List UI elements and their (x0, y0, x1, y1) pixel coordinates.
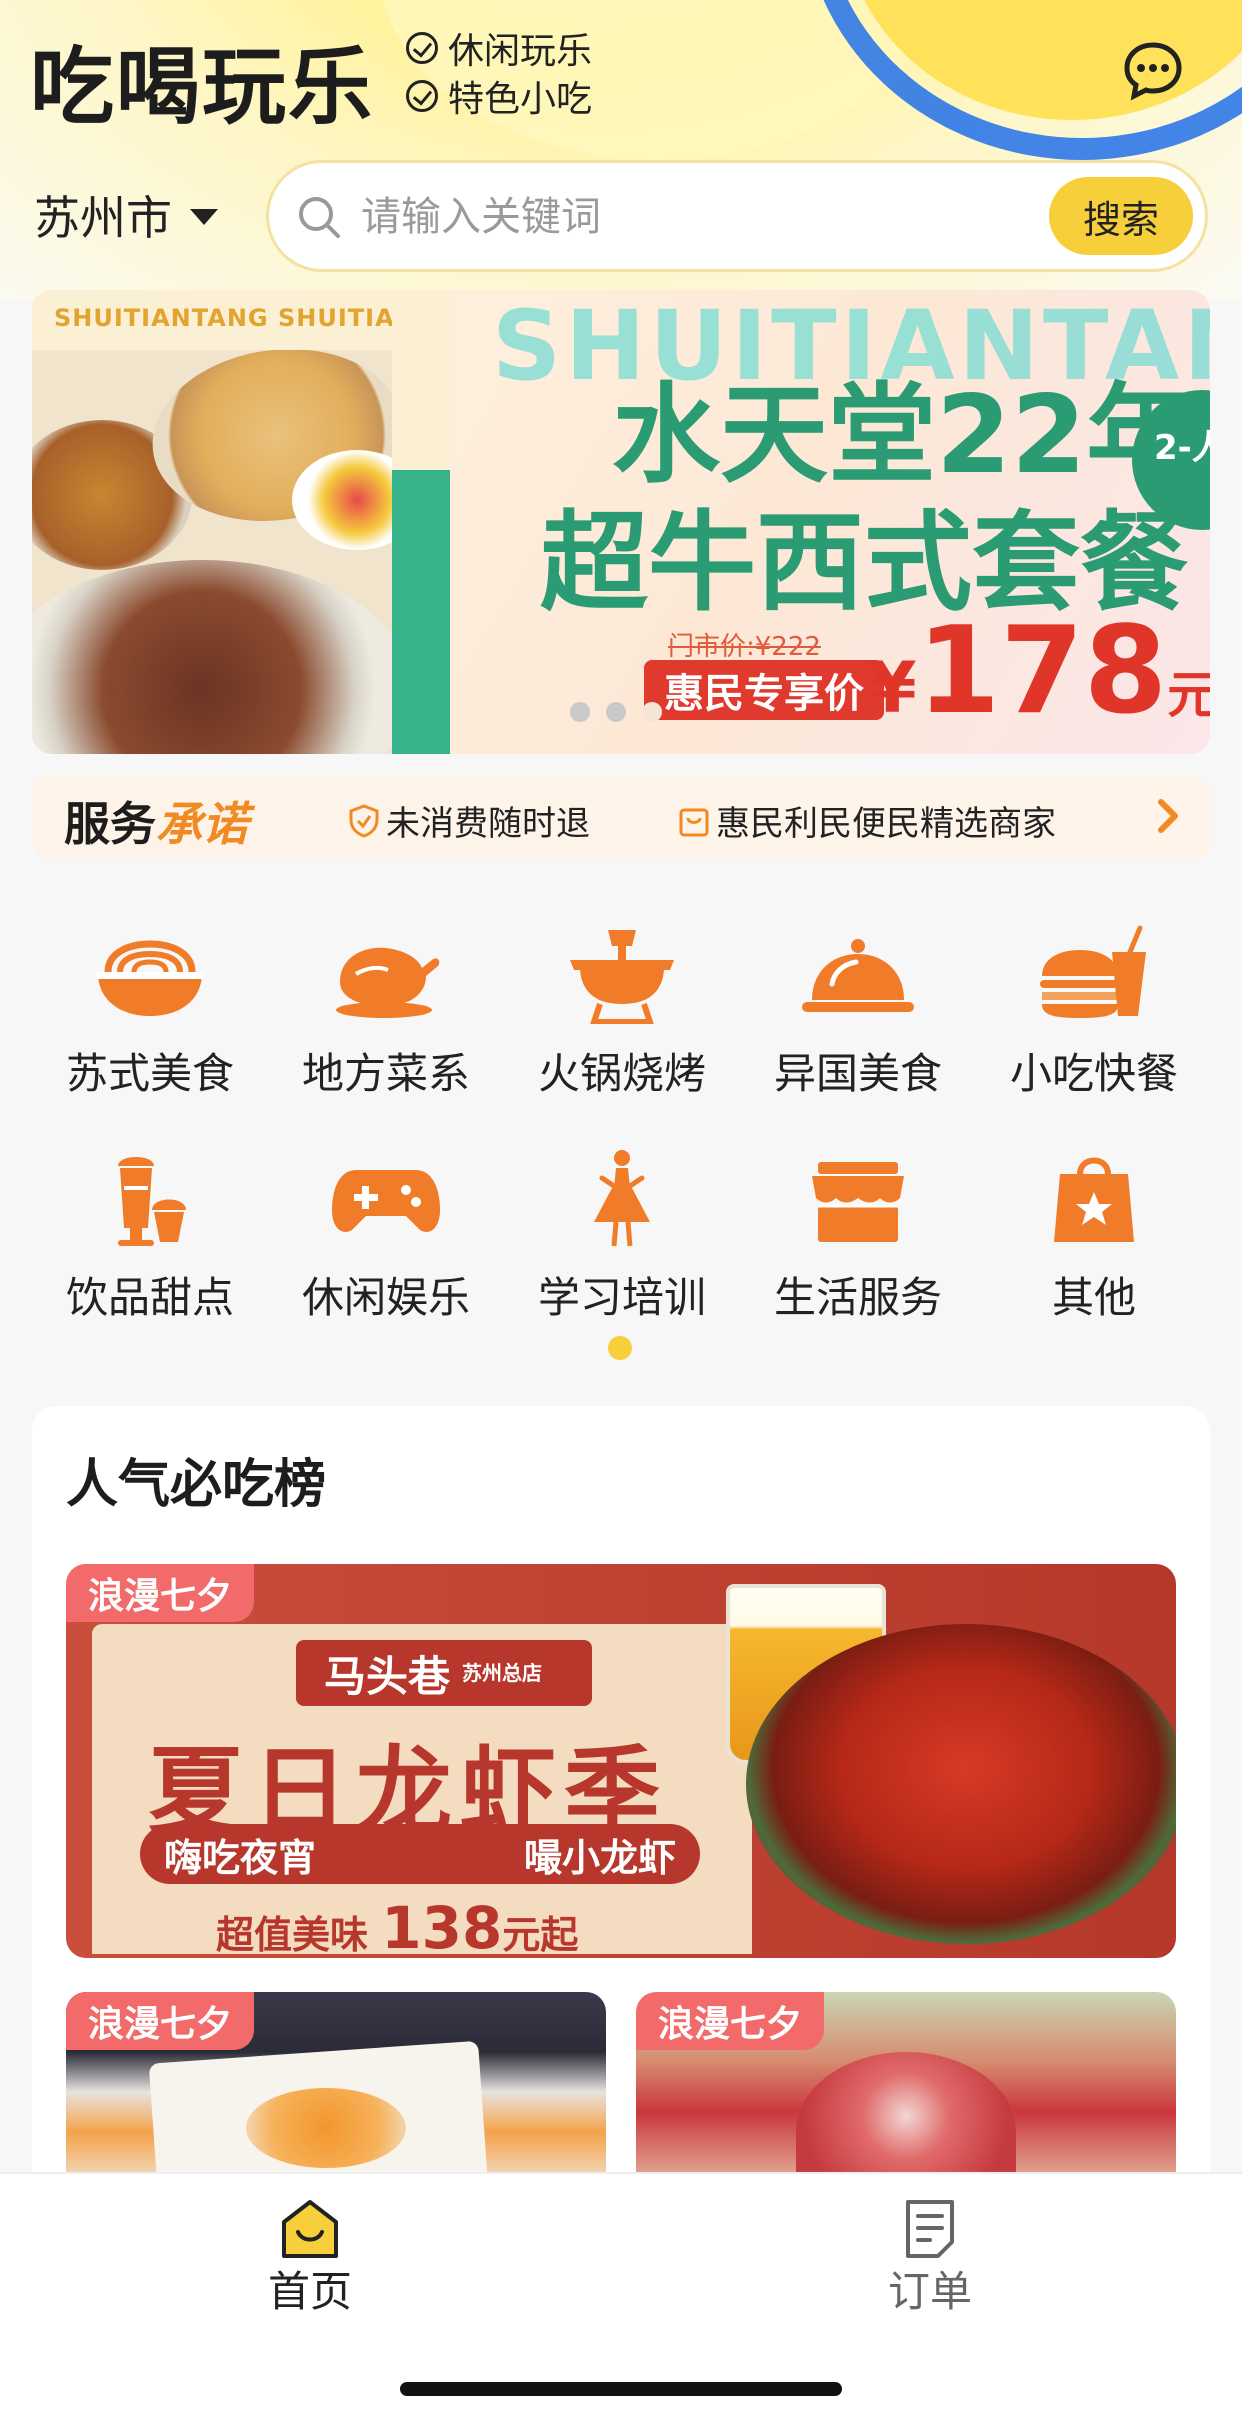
category-label: 火锅烧烤 (537, 1049, 706, 1098)
featured-price-value: 138 (381, 1894, 503, 1958)
category-education[interactable]: 学习培训 (504, 1124, 740, 1324)
dessert-drink-icon (118, 1157, 186, 1246)
category-hotpot-bbq[interactable]: 火锅烧烤 (504, 900, 740, 1100)
order-list-icon (906, 2200, 954, 2258)
search-input[interactable] (361, 189, 921, 245)
shopping-bag-icon (679, 808, 709, 836)
category-entertainment[interactable]: 休闲娱乐 (268, 1124, 504, 1324)
banner-photo-brand: SHUITIANTANG SHUITIANTANG (32, 290, 450, 350)
banner-price-unit: 元 (1167, 666, 1210, 724)
page-title: 吃喝玩乐 (30, 38, 375, 136)
featured-price: 超值美味 138元起 (216, 1894, 578, 1958)
category-label: 生活服务 (773, 1273, 942, 1322)
caret-down-icon (190, 209, 218, 225)
section-title: 人气必吃榜 (66, 1442, 327, 1517)
category-label: 其他 (1051, 1273, 1136, 1322)
banner-food-photo: SHUITIANTANG SHUITIANTANG (32, 290, 450, 754)
featured-slogan-left: 嗨吃夜宵 (164, 1835, 317, 1880)
header-tag: 特色小吃 (406, 72, 592, 120)
banner-pagination (570, 702, 678, 722)
category-label: 异国美食 (773, 1049, 942, 1098)
banner-price-value: 178 (916, 602, 1168, 741)
banner-price-currency: ¥ (868, 647, 917, 729)
storefront-icon (812, 1162, 904, 1242)
tab-label: 订单 (887, 2267, 972, 2316)
roast-chicken-icon (336, 947, 440, 1018)
check-circle-icon (406, 80, 438, 112)
category-label: 苏式美食 (65, 1049, 234, 1098)
tab-orders[interactable]: 订单 (830, 2198, 1030, 2318)
category-label: 小吃快餐 (1009, 1049, 1178, 1098)
crayfish-image (746, 1624, 1176, 1944)
featured-shop: 马头巷 苏州总店 (296, 1640, 592, 1706)
header-tag: 休闲玩乐 (406, 24, 592, 72)
category-label: 饮品甜点 (65, 1273, 234, 1322)
promo-tag: 浪漫七夕 (66, 1564, 255, 1622)
home-indicator[interactable] (400, 2382, 842, 2396)
category-regional-cuisine[interactable]: 地方菜系 (268, 900, 504, 1100)
tab-home[interactable]: 首页 (210, 2198, 410, 2318)
search-bar: 搜索 (266, 160, 1208, 272)
promise-item-label: 未消费随时退 (386, 804, 590, 844)
shield-check-icon (349, 803, 379, 838)
check-circle-icon (406, 32, 438, 64)
category-snacks[interactable]: 小吃快餐 (976, 900, 1212, 1100)
category-foreign-food[interactable]: 异国美食 (740, 900, 976, 1100)
pagination-dot[interactable] (570, 702, 590, 722)
search-button[interactable]: 搜索 (1049, 177, 1193, 255)
hotpot-icon (570, 930, 674, 1024)
featured-slogan-right: 嘬小龙虾 (523, 1835, 676, 1880)
category-suzhou-food[interactable]: 苏式美食 (32, 900, 268, 1100)
promo-tag: 浪漫七夕 (636, 1992, 825, 2050)
category-label: 休闲娱乐 (301, 1273, 470, 1322)
header-tags: 休闲玩乐 特色小吃 (406, 24, 592, 120)
featured-deal-card[interactable]: 马头巷 苏州总店 夏日龙虾季 嗨吃夜宵 嘬小龙虾 超值美味 138元起 浪漫七夕 (66, 1564, 1176, 1958)
banner-original-price: 门市价:¥222 (668, 632, 821, 662)
search-icon (299, 197, 340, 238)
promo-banner[interactable]: SHUITIANTANG SHUITIANTANG SHUITIANTANG 水… (32, 290, 1210, 754)
pagination-dot[interactable] (606, 702, 626, 722)
home-icon (282, 2200, 338, 2258)
tab-label: 首页 (267, 2267, 352, 2316)
category-life-services[interactable]: 生活服务 (740, 1124, 976, 1324)
promise-item-label: 惠民利民便民精选商家 (716, 804, 1056, 844)
city-label: 苏州市 (34, 191, 172, 245)
category-label: 地方菜系 (301, 1049, 470, 1098)
noodle-bowl-icon (96, 940, 204, 1016)
promise-item: 未消费随时退 (348, 796, 590, 845)
service-promise-title: 服务承诺 (64, 788, 248, 854)
promise-item: 惠民利民便民精选商家 (678, 796, 1056, 845)
category-other[interactable]: 其他 (976, 1124, 1212, 1324)
category-page-indicator (608, 1336, 632, 1360)
header-tag-label: 特色小吃 (448, 79, 593, 120)
featured-shop-name: 马头巷 (324, 1651, 451, 1701)
city-selector[interactable]: 苏州市 (34, 182, 218, 248)
category-grid: 苏式美食 地方菜系 火锅烧烤 异国美食 小吃快餐 饮品甜点 休闲娱乐 学习培训 … (0, 900, 1242, 1360)
service-promise-bar[interactable]: 服务承诺 未消费随时退 惠民利民便民精选商家 (32, 776, 1210, 858)
service-promise-title-highlight: 承诺 (156, 797, 248, 851)
featured-slogan: 嗨吃夜宵 嘬小龙虾 (140, 1824, 700, 1884)
featured-price-prefix: 超值美味 (216, 1913, 369, 1957)
shopping-bag-icon (1054, 1157, 1134, 1242)
featured-shop-branch: 苏州总店 (462, 1661, 543, 1685)
category-drinks-desserts[interactable]: 饮品甜点 (32, 1124, 268, 1324)
promo-tag: 浪漫七夕 (66, 1992, 255, 2050)
header-tag-label: 休闲玩乐 (448, 31, 593, 72)
gamepad-icon (332, 1170, 440, 1232)
deal-card[interactable]: 浪漫七夕 (636, 1992, 1176, 2192)
banner-price: ¥178元 (868, 602, 1210, 741)
pagination-dot[interactable] (642, 702, 662, 722)
dancer-icon (594, 1150, 650, 1247)
cloche-icon (802, 939, 914, 1012)
service-promise-title-prefix: 服务 (64, 797, 156, 851)
chevron-right-icon[interactable] (1148, 796, 1188, 836)
burger-drink-icon (1040, 925, 1146, 1018)
deal-card[interactable]: 浪漫七夕 (66, 1992, 606, 2192)
category-label: 学习培训 (537, 1273, 706, 1322)
chat-bubble-icon[interactable] (1122, 40, 1184, 102)
banner-price-label: 惠民专享价 (644, 660, 884, 720)
featured-price-suffix: 元起 (502, 1913, 579, 1957)
